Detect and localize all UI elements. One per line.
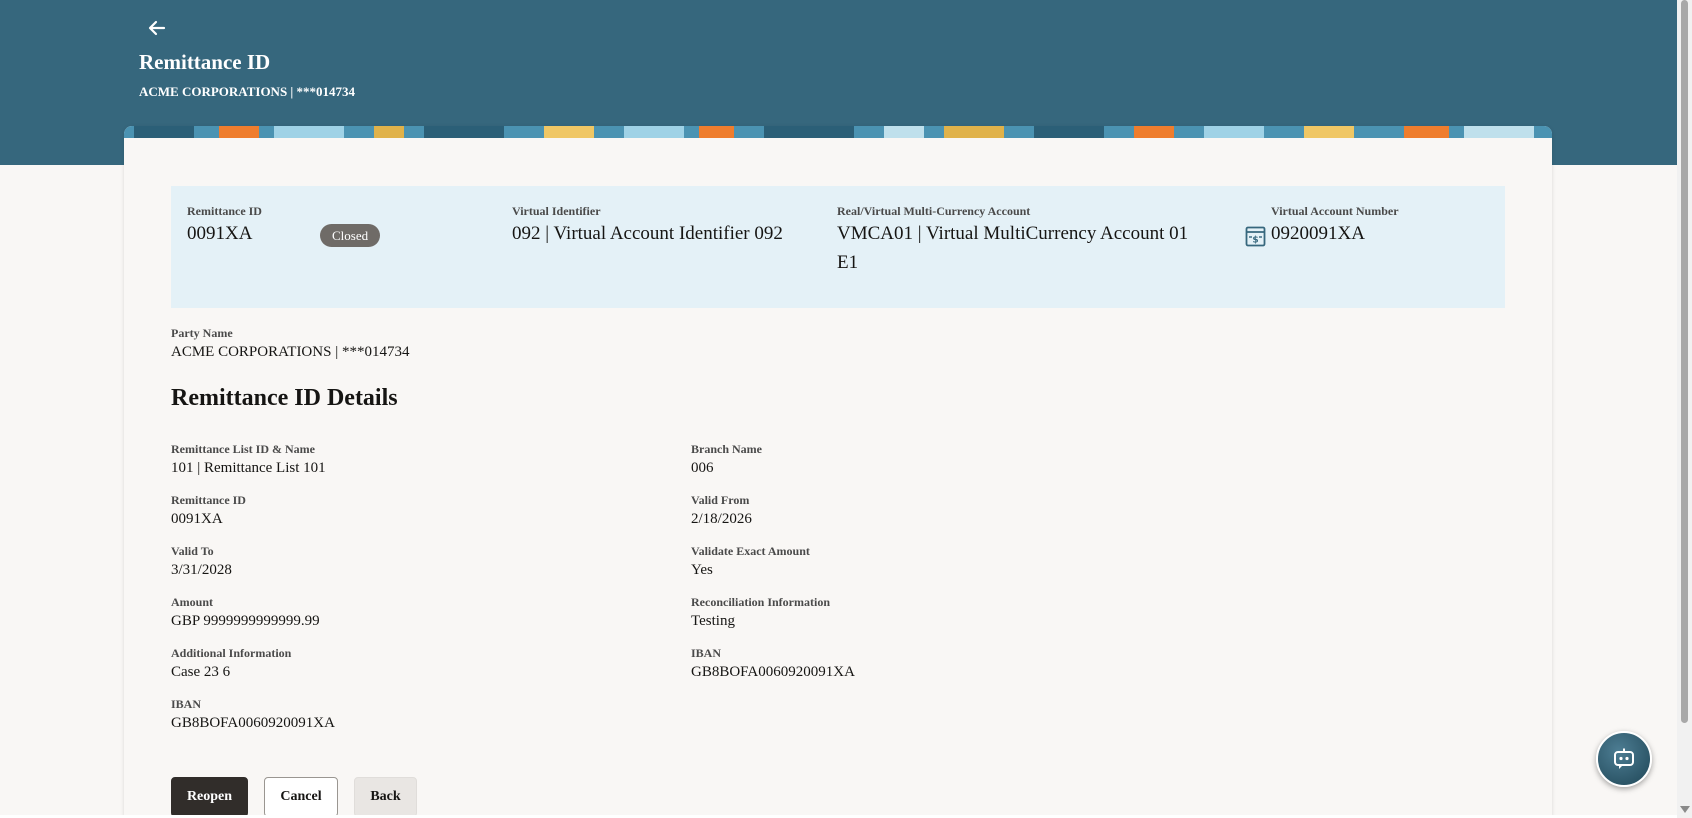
remittance-id-field: Remittance ID 0091XA: [171, 493, 246, 529]
page-subtitle: ACME CORPORATIONS | ***014734: [139, 84, 356, 99]
field-value: GB8BOFA0060920091XA: [171, 715, 335, 731]
field-value: Case 23 6: [171, 664, 231, 680]
field-label: IBAN: [171, 697, 202, 711]
field-label: Additional Information: [171, 646, 292, 660]
field-value: 0920091XA: [1271, 223, 1365, 244]
cancel-button[interactable]: Cancel: [264, 777, 338, 817]
field-value: 101 | Remittance List 101: [171, 460, 326, 476]
field-label: Party Name: [171, 326, 233, 340]
scroll-down-arrow-icon[interactable]: [1680, 806, 1690, 813]
field-value: Yes: [691, 562, 713, 578]
status-badge: Closed: [320, 224, 381, 247]
page-title: Remittance ID: [139, 50, 271, 74]
field-label: Branch Name: [691, 442, 762, 456]
amount-field: Amount GBP 9999999999999.99: [171, 595, 320, 631]
field-value: GBP 9999999999999.99: [171, 613, 320, 629]
svg-text:$: $: [1252, 236, 1258, 246]
field-label: Valid To: [171, 544, 214, 558]
summary-multi-currency-account: Real/Virtual Multi-Currency Account VMCA…: [837, 204, 1217, 277]
valid-to-field: Valid To 3/31/2028: [171, 544, 232, 580]
scrollbar-thumb[interactable]: [1681, 0, 1688, 723]
field-value: 0091XA: [171, 511, 223, 527]
field-label: Amount: [171, 595, 214, 609]
remittance-list-field: Remittance List ID & Name 101 | Remittan…: [171, 442, 326, 478]
field-value-line-1: VMCA01 | Virtual MultiCurrency Account 0…: [837, 223, 1189, 244]
field-value: 3/31/2028: [171, 562, 232, 578]
valid-from-field: Valid From 2/18/2026: [691, 493, 752, 529]
field-label: Validate Exact Amount: [691, 544, 810, 558]
summary-virtual-identifier: Virtual Identifier 092 | Virtual Account…: [512, 204, 783, 248]
field-label: Remittance ID: [171, 493, 246, 507]
field-value: ACME CORPORATIONS | ***014734: [171, 344, 410, 360]
iban-field-right: IBAN GB8BOFA0060920091XA: [691, 646, 855, 682]
branch-name-field: Branch Name 006: [691, 442, 762, 478]
summary-remittance-id: Remittance ID 0091XA: [187, 204, 262, 248]
bank-card-icon[interactable]: $: [1245, 226, 1266, 247]
field-label: Real/Virtual Multi-Currency Account: [837, 204, 1031, 218]
reconciliation-information-field: Reconciliation Information Testing: [691, 595, 830, 631]
field-value: GB8BOFA0060920091XA: [691, 664, 855, 680]
reopen-button[interactable]: Reopen: [171, 777, 248, 817]
summary-virtual-account-number: Virtual Account Number 0920091XA: [1271, 204, 1399, 248]
field-value: 006: [691, 460, 714, 476]
field-label: Remittance List ID & Name: [171, 442, 315, 456]
back-button[interactable]: Back: [354, 777, 417, 817]
field-label: Reconciliation Information: [691, 595, 830, 609]
iban-field: IBAN GB8BOFA0060920091XA: [171, 697, 335, 733]
additional-information-field: Additional Information Case 23 6: [171, 646, 291, 682]
arrow-left-icon[interactable]: [145, 16, 169, 40]
field-label: Remittance ID: [187, 204, 262, 218]
validate-exact-amount-field: Validate Exact Amount Yes: [691, 544, 810, 580]
field-value: 0091XA: [187, 223, 253, 244]
vertical-scrollbar[interactable]: [1677, 0, 1692, 818]
party-name-field: Party Name ACME CORPORATIONS | ***014734: [171, 326, 409, 362]
field-value-line-2: E1: [837, 252, 859, 273]
section-title: Remittance ID Details: [171, 385, 398, 411]
decorative-banner: [124, 126, 1552, 138]
field-label: Valid From: [691, 493, 750, 507]
assistant-button[interactable]: [1596, 731, 1652, 787]
field-value: Testing: [691, 613, 735, 629]
field-value: 092 | Virtual Account Identifier 092: [512, 223, 783, 244]
field-label: Virtual Account Number: [1271, 204, 1399, 218]
field-label: IBAN: [691, 646, 722, 660]
field-value: 2/18/2026: [691, 511, 752, 527]
field-label: Virtual Identifier: [512, 204, 601, 218]
